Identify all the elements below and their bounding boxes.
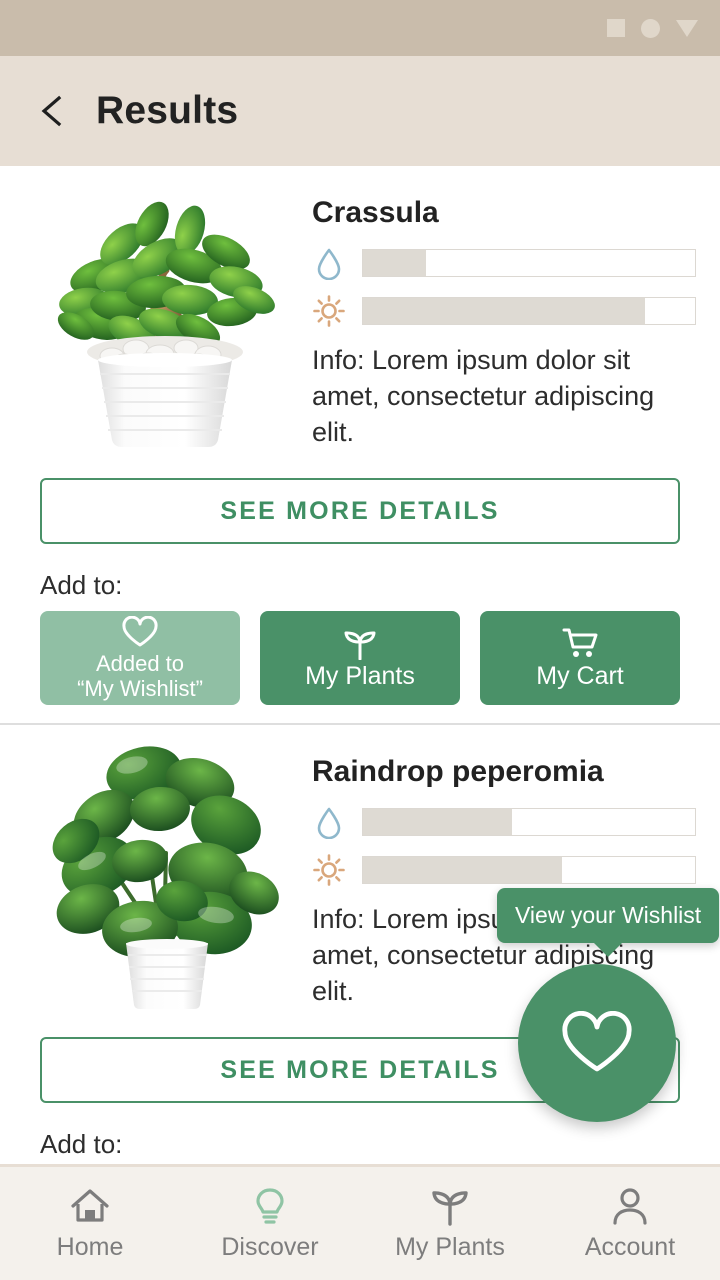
plant-image[interactable]: [40, 184, 290, 452]
add-to-wishlist-button[interactable]: Added to “My Wishlist”: [40, 611, 240, 705]
water-meter-track: [362, 808, 696, 836]
sun-meter-fill: [363, 857, 563, 883]
add-to-label: Add to:: [40, 1129, 123, 1159]
sun-meter-track: [362, 856, 696, 884]
sun-meter-fill: [363, 298, 646, 324]
add-to-label: Add to:: [40, 570, 123, 600]
water-meter: [312, 246, 696, 280]
water-meter-track: [362, 249, 696, 277]
plant-image[interactable]: [40, 743, 290, 1011]
sprout-icon: [341, 626, 379, 660]
sun-icon: [312, 853, 346, 887]
nav-item-discover[interactable]: Discover: [180, 1186, 360, 1262]
see-more-details-button[interactable]: SEE MORE DETAILS: [40, 478, 680, 544]
plant-description: Info: Lorem ipsum dolor sit amet, consec…: [312, 345, 655, 447]
app-bar: Results: [0, 56, 720, 166]
heart-icon: [561, 1011, 633, 1075]
nav-item-home[interactable]: Home: [0, 1186, 180, 1262]
bottom-navigation: Home Discover My Plants Account: [0, 1164, 720, 1280]
sun-meter: [312, 294, 696, 328]
shopping-cart-icon: [561, 626, 599, 660]
status-bar: [0, 0, 720, 56]
nav-label-my-plants: My Plants: [395, 1232, 505, 1261]
water-meter-fill: [363, 250, 427, 276]
plant-name: Raindrop peperomia: [312, 755, 604, 788]
nav-item-my-plants[interactable]: My Plants: [360, 1186, 540, 1262]
view-wishlist-fab[interactable]: [518, 964, 676, 1122]
square-icon: [607, 19, 625, 37]
triangle-down-icon: [676, 19, 698, 37]
water-meter: [312, 805, 696, 839]
heart-icon: [122, 615, 158, 649]
plant-name: Crassula: [312, 196, 439, 229]
my-plants-button-label: My Plants: [305, 662, 415, 690]
water-drop-icon: [312, 805, 346, 839]
add-to-cart-button[interactable]: My Cart: [480, 611, 680, 705]
nav-item-account[interactable]: Account: [540, 1186, 720, 1262]
lightbulb-icon: [249, 1186, 291, 1226]
sun-icon: [312, 294, 346, 328]
wishlist-tooltip: View your Wishlist: [497, 888, 720, 957]
page-title: Results: [96, 89, 239, 132]
back-button[interactable]: [36, 94, 70, 128]
water-meter-fill: [363, 809, 513, 835]
nav-label-account: Account: [584, 1232, 676, 1261]
chevron-left-icon: [41, 95, 62, 127]
sprout-icon: [428, 1186, 472, 1226]
my-cart-button-label: My Cart: [536, 662, 624, 690]
circle-icon: [641, 18, 660, 38]
plant-card: Crassula Info: Lorem ipsum dolor sit ame…: [0, 166, 720, 705]
wishlist-button-label: Added to “My Wishlist”: [77, 651, 203, 701]
add-to-my-plants-button[interactable]: My Plants: [260, 611, 460, 705]
sun-meter: [312, 853, 696, 887]
home-icon: [69, 1186, 111, 1226]
sun-meter-track: [362, 297, 696, 325]
nav-label-home: Home: [56, 1232, 124, 1261]
water-drop-icon: [312, 246, 346, 280]
nav-label-discover: Discover: [221, 1232, 319, 1261]
person-icon: [609, 1186, 651, 1226]
add-to-actions: Added to “My Wishlist” My Plants My Cart: [0, 611, 720, 705]
